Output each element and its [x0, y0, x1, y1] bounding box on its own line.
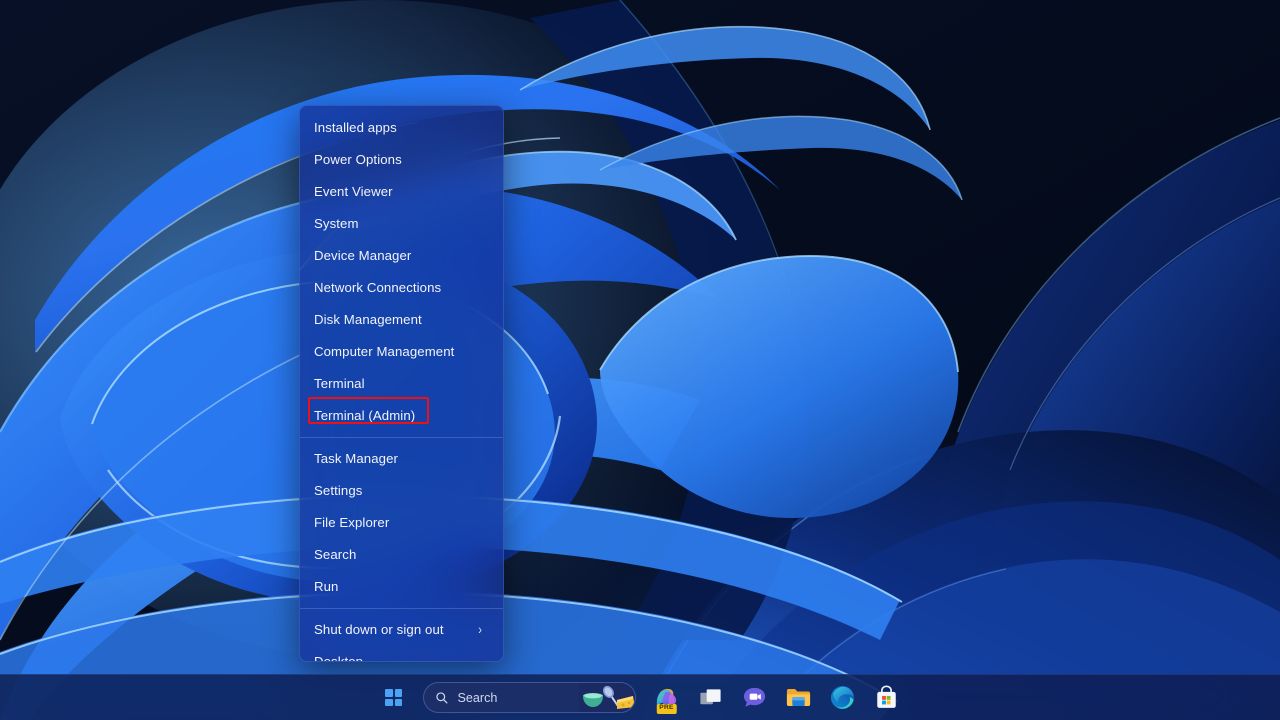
chat-icon [742, 685, 767, 710]
wallpaper-art [0, 0, 1280, 720]
menu-item-task-manager[interactable]: Task Manager [300, 443, 503, 475]
menu-item-label: Event Viewer [314, 176, 393, 208]
taskbar-button-store[interactable] [865, 678, 909, 718]
menu-item-label: Power Options [314, 144, 402, 176]
edge-icon [829, 684, 856, 711]
menu-item-run[interactable]: Run [300, 571, 503, 603]
menu-item-label: Device Manager [314, 240, 411, 272]
menu-item-label: Installed apps [314, 112, 397, 144]
taskbar-button-edge[interactable] [821, 678, 865, 718]
store-icon [873, 684, 900, 711]
desktop-wallpaper[interactable] [0, 0, 1280, 720]
menu-item-terminal-admin[interactable]: Terminal (Admin) [300, 400, 503, 432]
menu-item-network-connections[interactable]: Network Connections [300, 272, 503, 304]
menu-item-file-explorer[interactable]: File Explorer [300, 507, 503, 539]
task-view-icon [698, 685, 723, 710]
menu-item-desktop[interactable]: Desktop [300, 646, 503, 662]
menu-item-device-manager[interactable]: Device Manager [300, 240, 503, 272]
menu-item-label: Search [314, 539, 356, 571]
menu-item-label: Terminal [314, 368, 365, 400]
bing-daily-image-thumbnail[interactable] [579, 683, 635, 712]
menu-item-system[interactable]: System [300, 208, 503, 240]
taskbar-button-file-explorer[interactable] [777, 678, 821, 718]
menu-item-installed-apps[interactable]: Installed apps [300, 112, 503, 144]
taskbar-button-copilot[interactable]: PRE [645, 678, 689, 718]
menu-item-label: System [314, 208, 359, 240]
menu-item-label: File Explorer [314, 507, 389, 539]
windows-logo-icon [385, 689, 402, 706]
folder-icon [785, 684, 812, 711]
menu-separator [300, 608, 503, 609]
menu-item-label: Computer Management [314, 336, 454, 368]
copilot-preview-badge: PRE [656, 704, 676, 714]
menu-item-label: Task Manager [314, 443, 398, 475]
search-icon [435, 691, 449, 705]
menu-item-power-options[interactable]: Power Options [300, 144, 503, 176]
food-illustration-icon [579, 683, 635, 712]
chevron-right-icon: › [478, 610, 482, 650]
winx-quick-link-menu[interactable]: Installed appsPower OptionsEvent ViewerS… [299, 105, 504, 662]
desktop-screen: Installed appsPower OptionsEvent ViewerS… [0, 0, 1280, 720]
menu-item-label: Shut down or sign out [314, 614, 444, 646]
menu-item-label: Desktop [314, 646, 363, 662]
menu-item-disk-management[interactable]: Disk Management [300, 304, 503, 336]
menu-item-label: Run [314, 571, 339, 603]
menu-item-shut-down-or-sign-out[interactable]: Shut down or sign out› [300, 614, 503, 646]
menu-item-label: Disk Management [314, 304, 422, 336]
menu-item-terminal[interactable]: Terminal [300, 368, 503, 400]
menu-item-label: Terminal (Admin) [314, 400, 415, 432]
menu-item-label: Network Connections [314, 272, 441, 304]
menu-separator [300, 437, 503, 438]
start-button[interactable] [372, 678, 416, 718]
menu-item-settings[interactable]: Settings [300, 475, 503, 507]
menu-item-computer-management[interactable]: Computer Management [300, 336, 503, 368]
menu-item-search[interactable]: Search [300, 539, 503, 571]
taskbar: Search [0, 674, 1280, 720]
menu-item-event-viewer[interactable]: Event Viewer [300, 176, 503, 208]
taskbar-button-task-view[interactable] [689, 678, 733, 718]
search-input[interactable]: Search [423, 682, 636, 713]
taskbar-button-chat[interactable] [733, 678, 777, 718]
search-placeholder: Search [458, 691, 579, 705]
taskbar-center-group: Search [372, 678, 909, 718]
menu-item-label: Settings [314, 475, 362, 507]
